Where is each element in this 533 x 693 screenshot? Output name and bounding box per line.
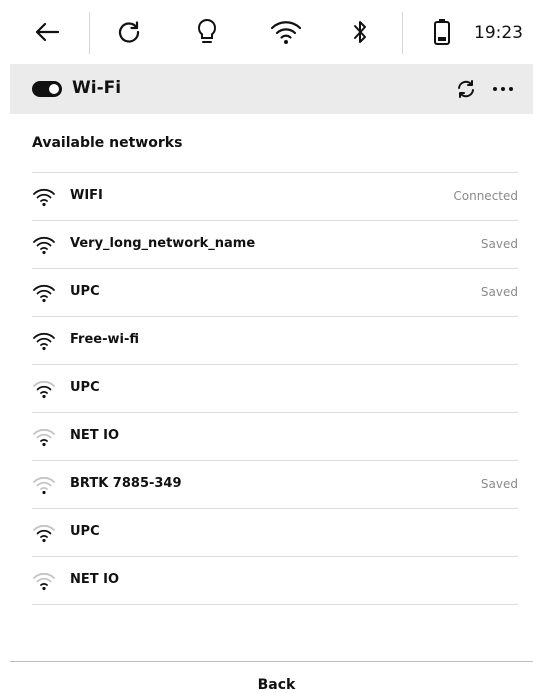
network-name: NET IO xyxy=(70,572,120,587)
network-row[interactable]: Very_long_network_name Saved xyxy=(32,221,518,269)
wifi-signal-icon xyxy=(33,428,55,447)
wifi-header: Wi-Fi xyxy=(10,64,533,114)
wifi-toggle[interactable] xyxy=(32,81,62,97)
battery-icon xyxy=(430,16,454,48)
wifi-signal-icon xyxy=(33,476,55,495)
page-title: Wi-Fi xyxy=(72,78,122,98)
refresh-icon[interactable] xyxy=(112,16,146,48)
network-row[interactable]: WIFI Connected xyxy=(32,173,518,221)
wifi-signal-icon xyxy=(33,380,55,399)
back-arrow-icon[interactable] xyxy=(30,16,64,48)
network-name: NET IO xyxy=(70,428,120,443)
network-name: BRTK 7885-349 xyxy=(70,476,182,491)
refresh-icon xyxy=(458,80,474,98)
network-name: UPC xyxy=(70,524,100,539)
section-title: Available networks xyxy=(32,135,183,151)
wifi-signal-icon xyxy=(33,188,55,207)
network-list: WIFI Connected Very_long_network_name Saved… xyxy=(32,172,518,605)
network-row[interactable]: UPC xyxy=(32,509,518,557)
lightbulb-icon[interactable] xyxy=(190,16,224,48)
network-row[interactable]: NET IO xyxy=(32,557,518,605)
network-name: Free-wi-fi xyxy=(70,332,139,347)
network-status: Saved xyxy=(480,285,518,299)
network-row[interactable]: Free-wi-fi xyxy=(32,317,518,365)
network-name: WIFI xyxy=(70,188,103,203)
status-separator xyxy=(89,12,90,54)
wifi-signal-icon xyxy=(33,332,55,351)
more-icon xyxy=(493,87,513,91)
status-bar: 19:23 xyxy=(0,0,533,64)
network-name: UPC xyxy=(70,284,100,299)
wifi-signal-icon xyxy=(33,524,55,543)
status-separator xyxy=(402,12,403,54)
clock: 19:23 xyxy=(474,23,523,43)
network-row[interactable]: BRTK 7885-349 Saved xyxy=(32,461,518,509)
refresh-networks-button[interactable] xyxy=(454,77,478,101)
more-options-button[interactable] xyxy=(491,77,515,101)
network-name: Very_long_network_name xyxy=(70,236,256,251)
network-status: Connected xyxy=(453,189,518,203)
wifi-signal-icon xyxy=(33,284,55,303)
wifi-icon[interactable] xyxy=(268,16,304,48)
toggle-knob xyxy=(49,84,59,94)
network-status: Saved xyxy=(480,477,518,491)
network-row[interactable]: NET IO xyxy=(32,413,518,461)
network-status: Saved xyxy=(480,237,518,251)
network-name: UPC xyxy=(70,380,100,395)
wifi-signal-icon xyxy=(33,236,55,255)
wifi-signal-icon xyxy=(33,572,55,591)
bluetooth-icon[interactable] xyxy=(346,16,374,48)
network-row[interactable]: UPC Saved xyxy=(32,269,518,317)
footer-divider xyxy=(10,661,533,662)
network-row[interactable]: UPC xyxy=(32,365,518,413)
